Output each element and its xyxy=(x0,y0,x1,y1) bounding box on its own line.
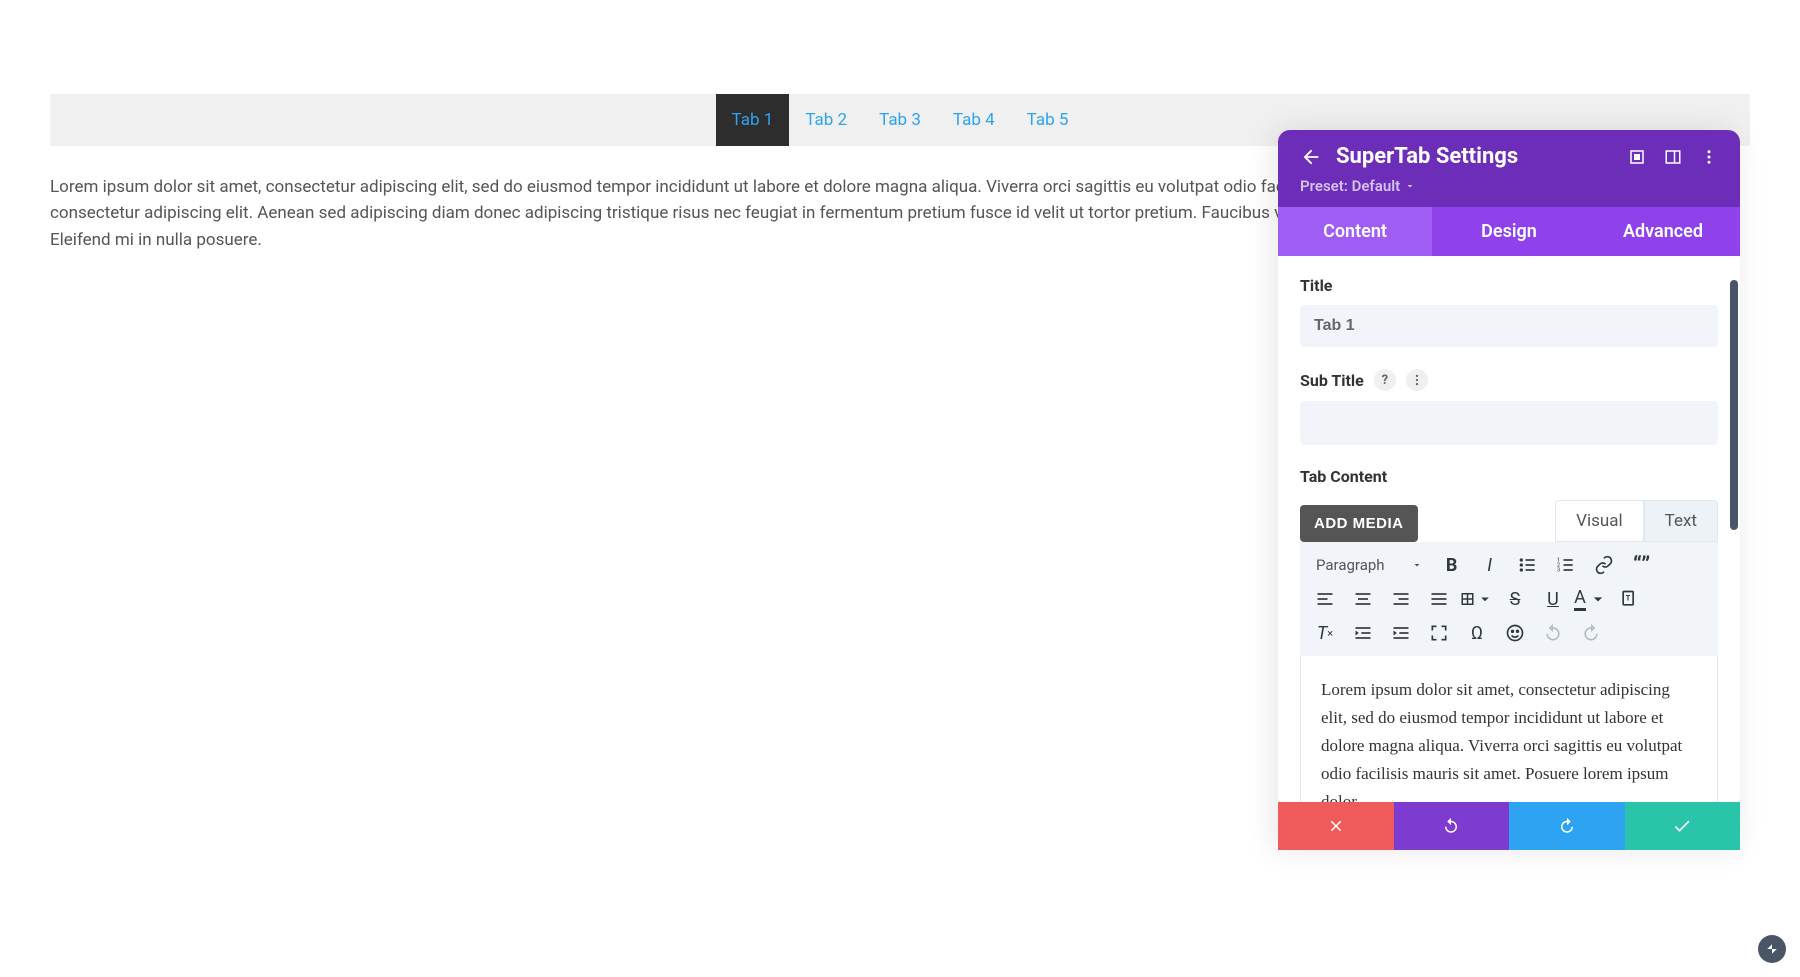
panel-body: Title Sub Title ? Tab Content ADD MEDIA … xyxy=(1278,256,1740,850)
tab-1[interactable]: Tab 1 xyxy=(716,94,790,146)
indent-icon[interactable] xyxy=(1384,618,1418,648)
tab-5[interactable]: Tab 5 xyxy=(1011,94,1085,146)
panel-title: SuperTab Settings xyxy=(1336,144,1518,169)
text-tab[interactable]: Text xyxy=(1644,500,1718,542)
snap-icon[interactable] xyxy=(1664,148,1682,166)
visual-tab[interactable]: Visual xyxy=(1555,500,1643,542)
back-icon[interactable] xyxy=(1300,146,1322,168)
align-left-icon[interactable] xyxy=(1308,584,1342,614)
link-icon[interactable] xyxy=(1587,550,1621,580)
resize-handle[interactable] xyxy=(1758,935,1786,963)
number-list-icon[interactable]: 123 xyxy=(1549,550,1583,580)
title-label: Title xyxy=(1300,276,1718,295)
quote-icon[interactable]: “” xyxy=(1625,550,1659,580)
clear-format-icon[interactable]: T× xyxy=(1308,618,1342,648)
align-right-icon[interactable] xyxy=(1384,584,1418,614)
editor-toolbar: Paragraph B I 123 “” S xyxy=(1300,542,1718,656)
title-input[interactable] xyxy=(1300,305,1718,347)
text-color-icon[interactable]: A xyxy=(1574,584,1608,614)
cancel-button[interactable] xyxy=(1278,802,1394,850)
align-justify-icon[interactable] xyxy=(1422,584,1456,614)
subtitle-label: Sub Title ? xyxy=(1300,369,1718,391)
subtitle-input[interactable] xyxy=(1300,401,1718,445)
bullet-list-icon[interactable] xyxy=(1511,550,1545,580)
redo-button[interactable] xyxy=(1509,802,1625,850)
paste-text-icon[interactable]: T xyxy=(1612,584,1646,614)
strikethrough-icon[interactable]: S xyxy=(1498,584,1532,614)
align-center-icon[interactable] xyxy=(1346,584,1380,614)
tab-2[interactable]: Tab 2 xyxy=(789,94,863,146)
tab-content[interactable]: Content xyxy=(1278,207,1432,256)
undo-button[interactable] xyxy=(1394,802,1510,850)
tab-design[interactable]: Design xyxy=(1432,207,1586,256)
panel-header: SuperTab Settings Preset: Default xyxy=(1278,130,1740,207)
scrollbar[interactable] xyxy=(1730,280,1738,530)
field-more-icon[interactable] xyxy=(1406,369,1428,391)
panel-footer xyxy=(1278,802,1740,850)
svg-text:T: T xyxy=(1626,594,1631,603)
panel-tabs: Content Design Advanced xyxy=(1278,207,1740,256)
italic-icon[interactable]: I xyxy=(1473,550,1507,580)
more-menu-icon[interactable] xyxy=(1700,148,1718,166)
special-char-icon[interactable]: Ω xyxy=(1460,618,1494,648)
tab-advanced[interactable]: Advanced xyxy=(1586,207,1740,256)
bold-icon[interactable]: B xyxy=(1435,550,1469,580)
table-icon[interactable] xyxy=(1460,584,1494,614)
outdent-icon[interactable] xyxy=(1346,618,1380,648)
add-media-button[interactable]: ADD MEDIA xyxy=(1300,505,1418,542)
tab-4[interactable]: Tab 4 xyxy=(937,94,1011,146)
help-icon[interactable]: ? xyxy=(1374,369,1396,391)
redo-icon[interactable] xyxy=(1574,618,1608,648)
settings-panel: SuperTab Settings Preset: Default xyxy=(1278,130,1740,850)
fullscreen-icon[interactable] xyxy=(1422,618,1456,648)
undo-icon[interactable] xyxy=(1536,618,1570,648)
save-button[interactable] xyxy=(1625,802,1741,850)
underline-icon[interactable]: U xyxy=(1536,584,1570,614)
expand-icon[interactable] xyxy=(1628,148,1646,166)
format-select[interactable]: Paragraph xyxy=(1308,550,1431,580)
tab-content-label: Tab Content xyxy=(1300,467,1718,486)
emoji-icon[interactable] xyxy=(1498,618,1532,648)
svg-text:3: 3 xyxy=(1556,568,1559,574)
tab-3[interactable]: Tab 3 xyxy=(863,94,937,146)
preset-selector[interactable]: Preset: Default xyxy=(1300,177,1718,195)
